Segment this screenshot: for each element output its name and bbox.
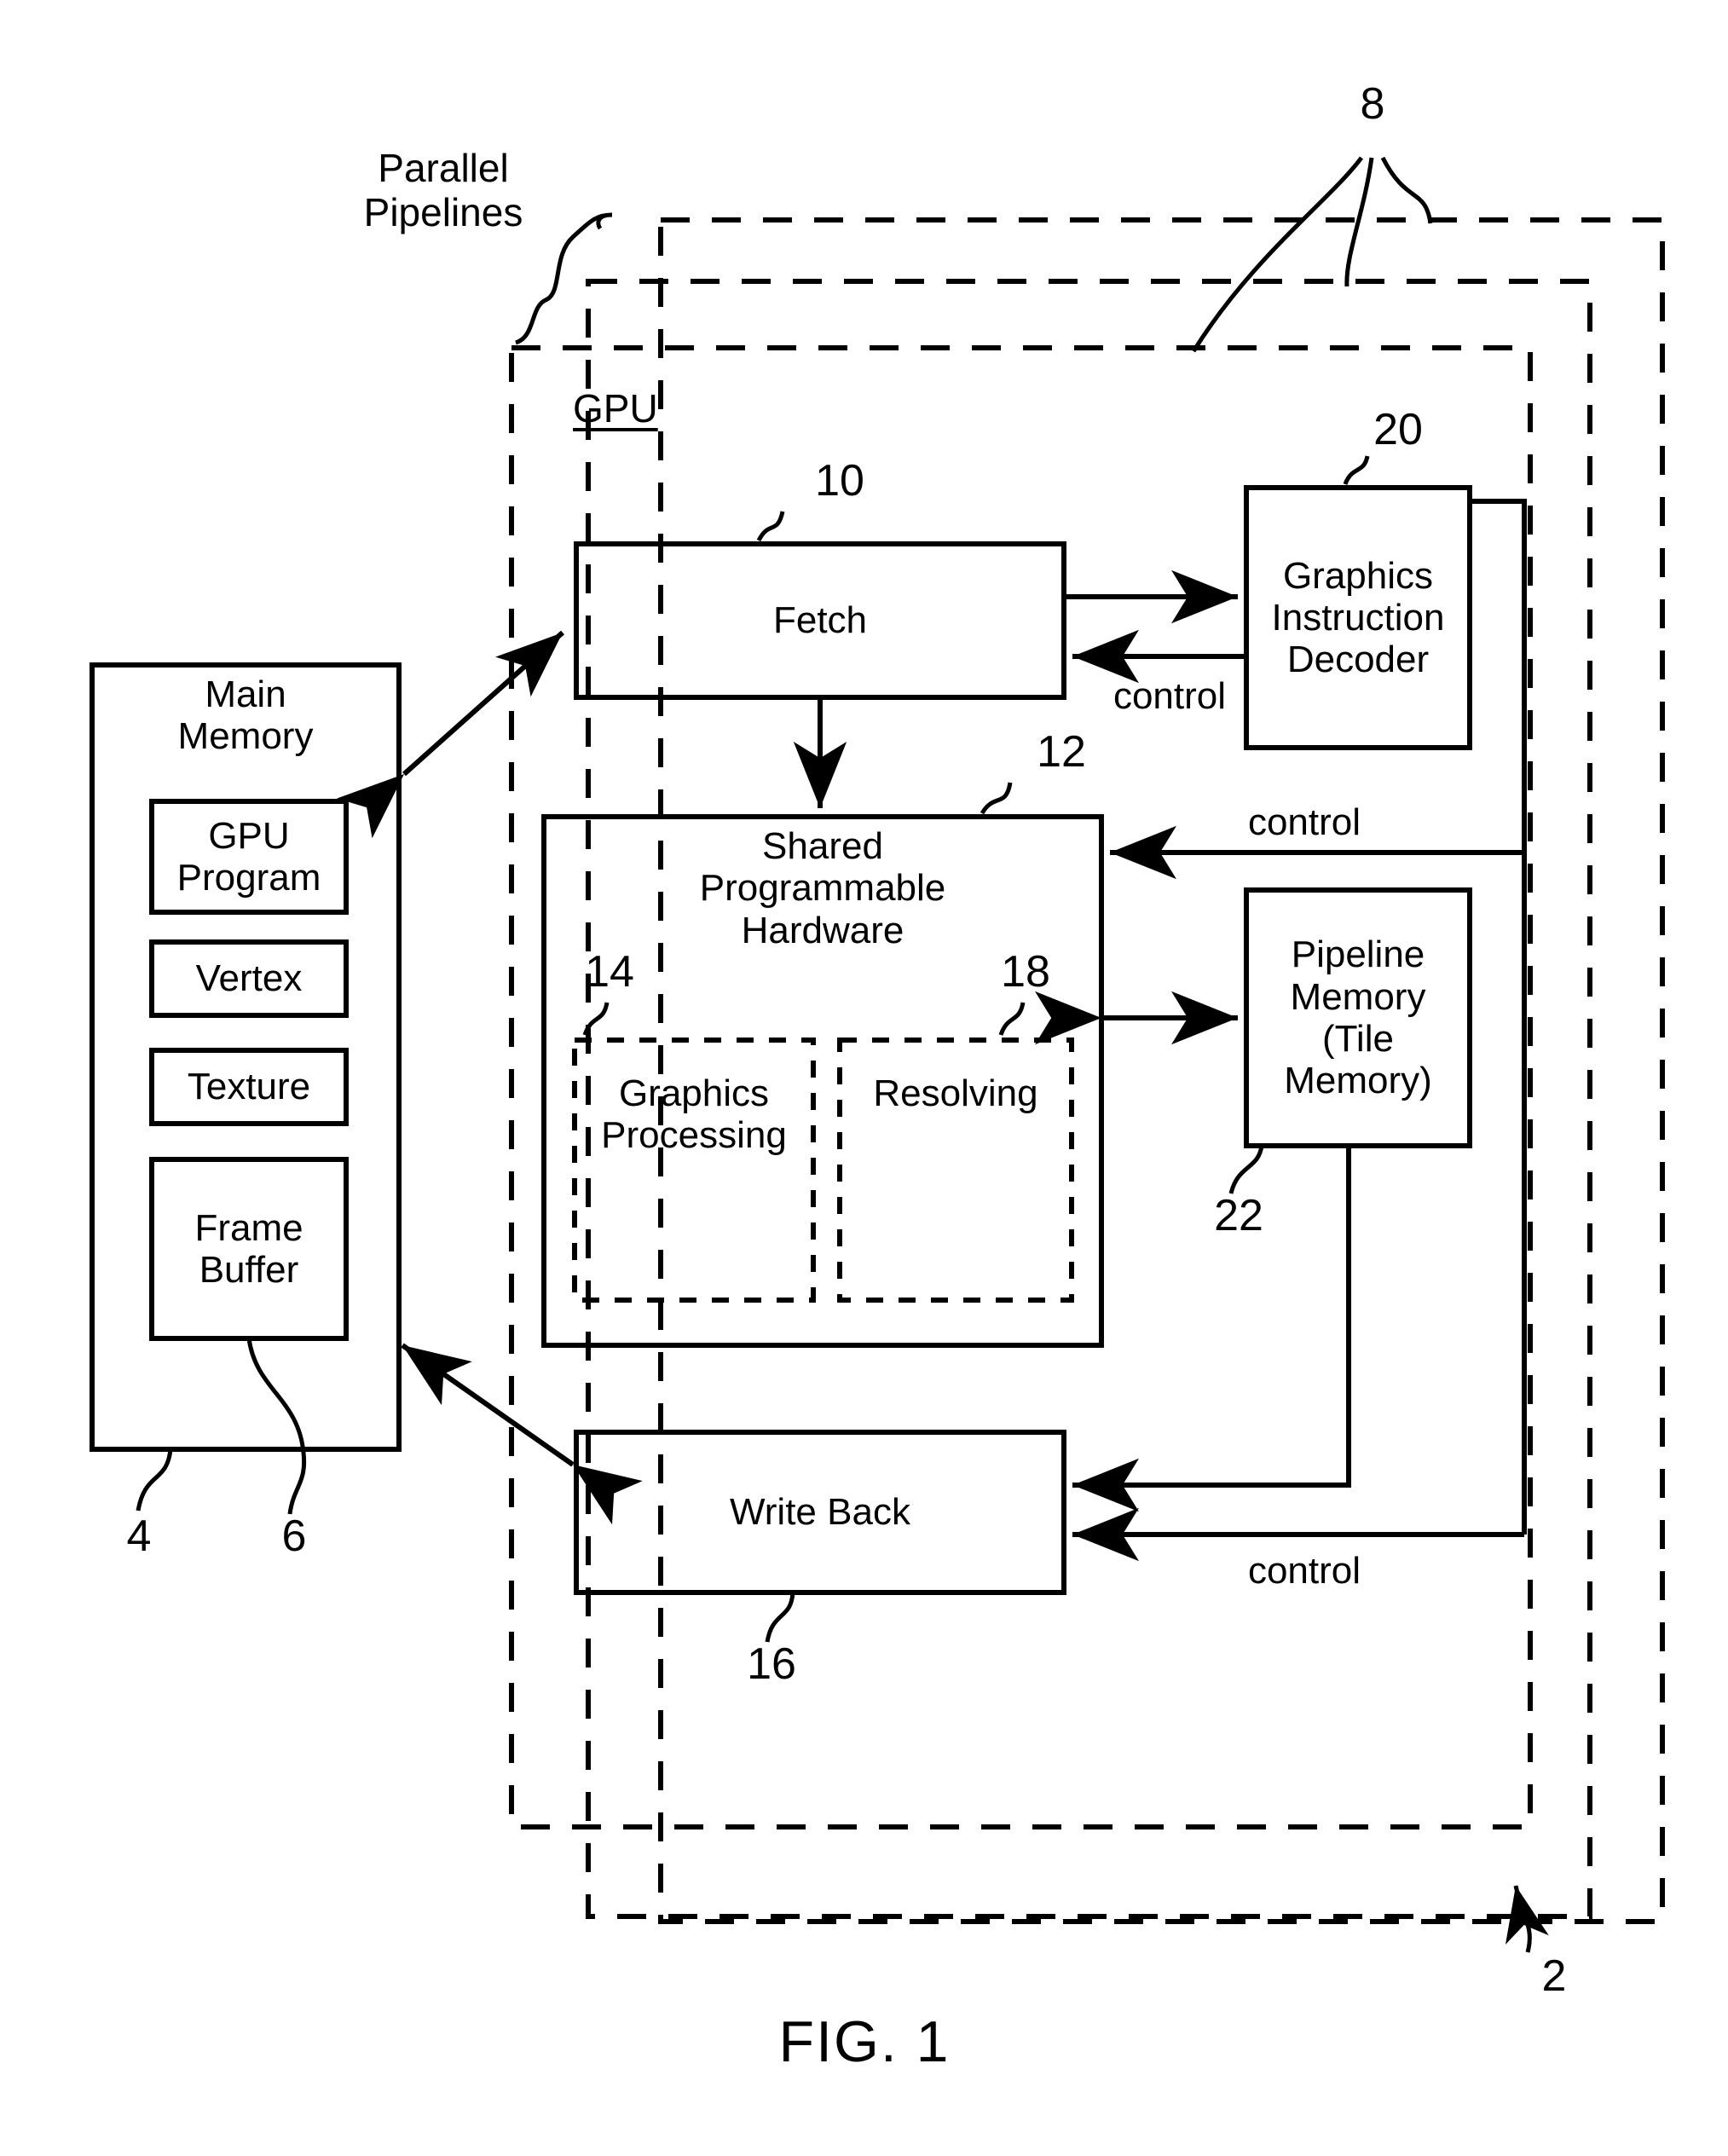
gpu-tag: GPU: [573, 386, 658, 431]
fetch-border: [574, 541, 1066, 700]
ref-4: 4: [126, 1512, 152, 1561]
resolving-border: [837, 1038, 1074, 1303]
frame-buffer-border: [149, 1157, 349, 1341]
main-memory-border: [90, 662, 402, 1452]
ref-8: 8: [1360, 79, 1385, 129]
decoder-border: [1244, 485, 1472, 750]
control-label-sph: control: [1247, 801, 1361, 843]
control-label-fetch: control: [1113, 675, 1227, 717]
vertex-border: [149, 939, 349, 1018]
ref-12: 12: [1037, 727, 1086, 777]
figure-canvas: Parallel Pipelines 8 GPU Main Memory GPU…: [0, 0, 1728, 2156]
figure-caption: FIG. 1: [778, 2009, 951, 2074]
graphics-processing-border: [572, 1038, 816, 1303]
ref-2: 2: [1541, 1951, 1567, 2001]
ref-16: 16: [747, 1639, 796, 1689]
write-back-border: [574, 1430, 1066, 1595]
ref-22: 22: [1214, 1191, 1263, 1240]
sph-border: [541, 814, 1104, 1348]
ref-14: 14: [585, 947, 634, 997]
ref-6: 6: [281, 1512, 307, 1561]
diagram-lines: [90, 156, 1665, 1953]
ref-20: 20: [1373, 405, 1423, 454]
control-label-writeback: control: [1247, 1550, 1361, 1592]
ref-10: 10: [815, 456, 864, 506]
pipeline-outline-1: [509, 345, 1533, 1829]
ref-18: 18: [1001, 947, 1050, 997]
parallel-pipelines-label: Parallel Pipelines: [363, 146, 523, 234]
gpu-program-border: [149, 799, 349, 915]
texture-border: [149, 1048, 349, 1126]
pipeline-memory-border: [1244, 887, 1472, 1148]
